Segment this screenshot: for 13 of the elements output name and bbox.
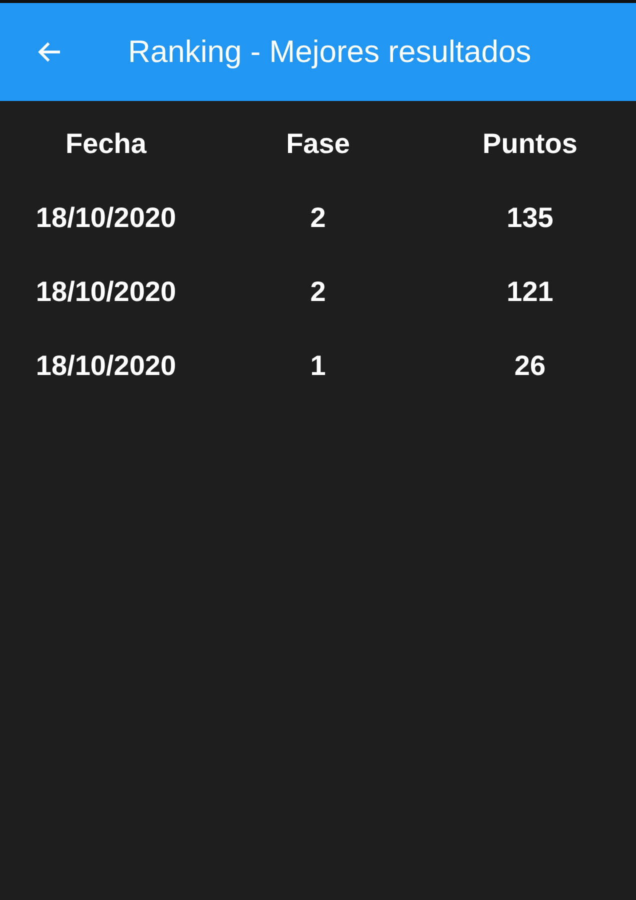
table-cell-text: 18/10/2020	[36, 275, 176, 309]
column-header: Puntos	[482, 127, 578, 161]
column-header: Fecha	[66, 127, 146, 161]
table-cell-text: 2	[310, 201, 326, 235]
column-header: Fase	[286, 127, 350, 161]
table-cell-text: 1	[310, 349, 326, 383]
app-bar-title: Ranking - Mejores resultados	[128, 32, 532, 71]
table-cell-text: 18/10/2020	[36, 201, 176, 235]
table-cell-text: 18/10/2020	[36, 349, 176, 383]
table-cell-text: 26	[514, 349, 546, 383]
table-cell-text: 121	[506, 275, 554, 309]
table-cell-text: 2	[310, 275, 326, 309]
table-cell-text: 135	[506, 201, 554, 235]
